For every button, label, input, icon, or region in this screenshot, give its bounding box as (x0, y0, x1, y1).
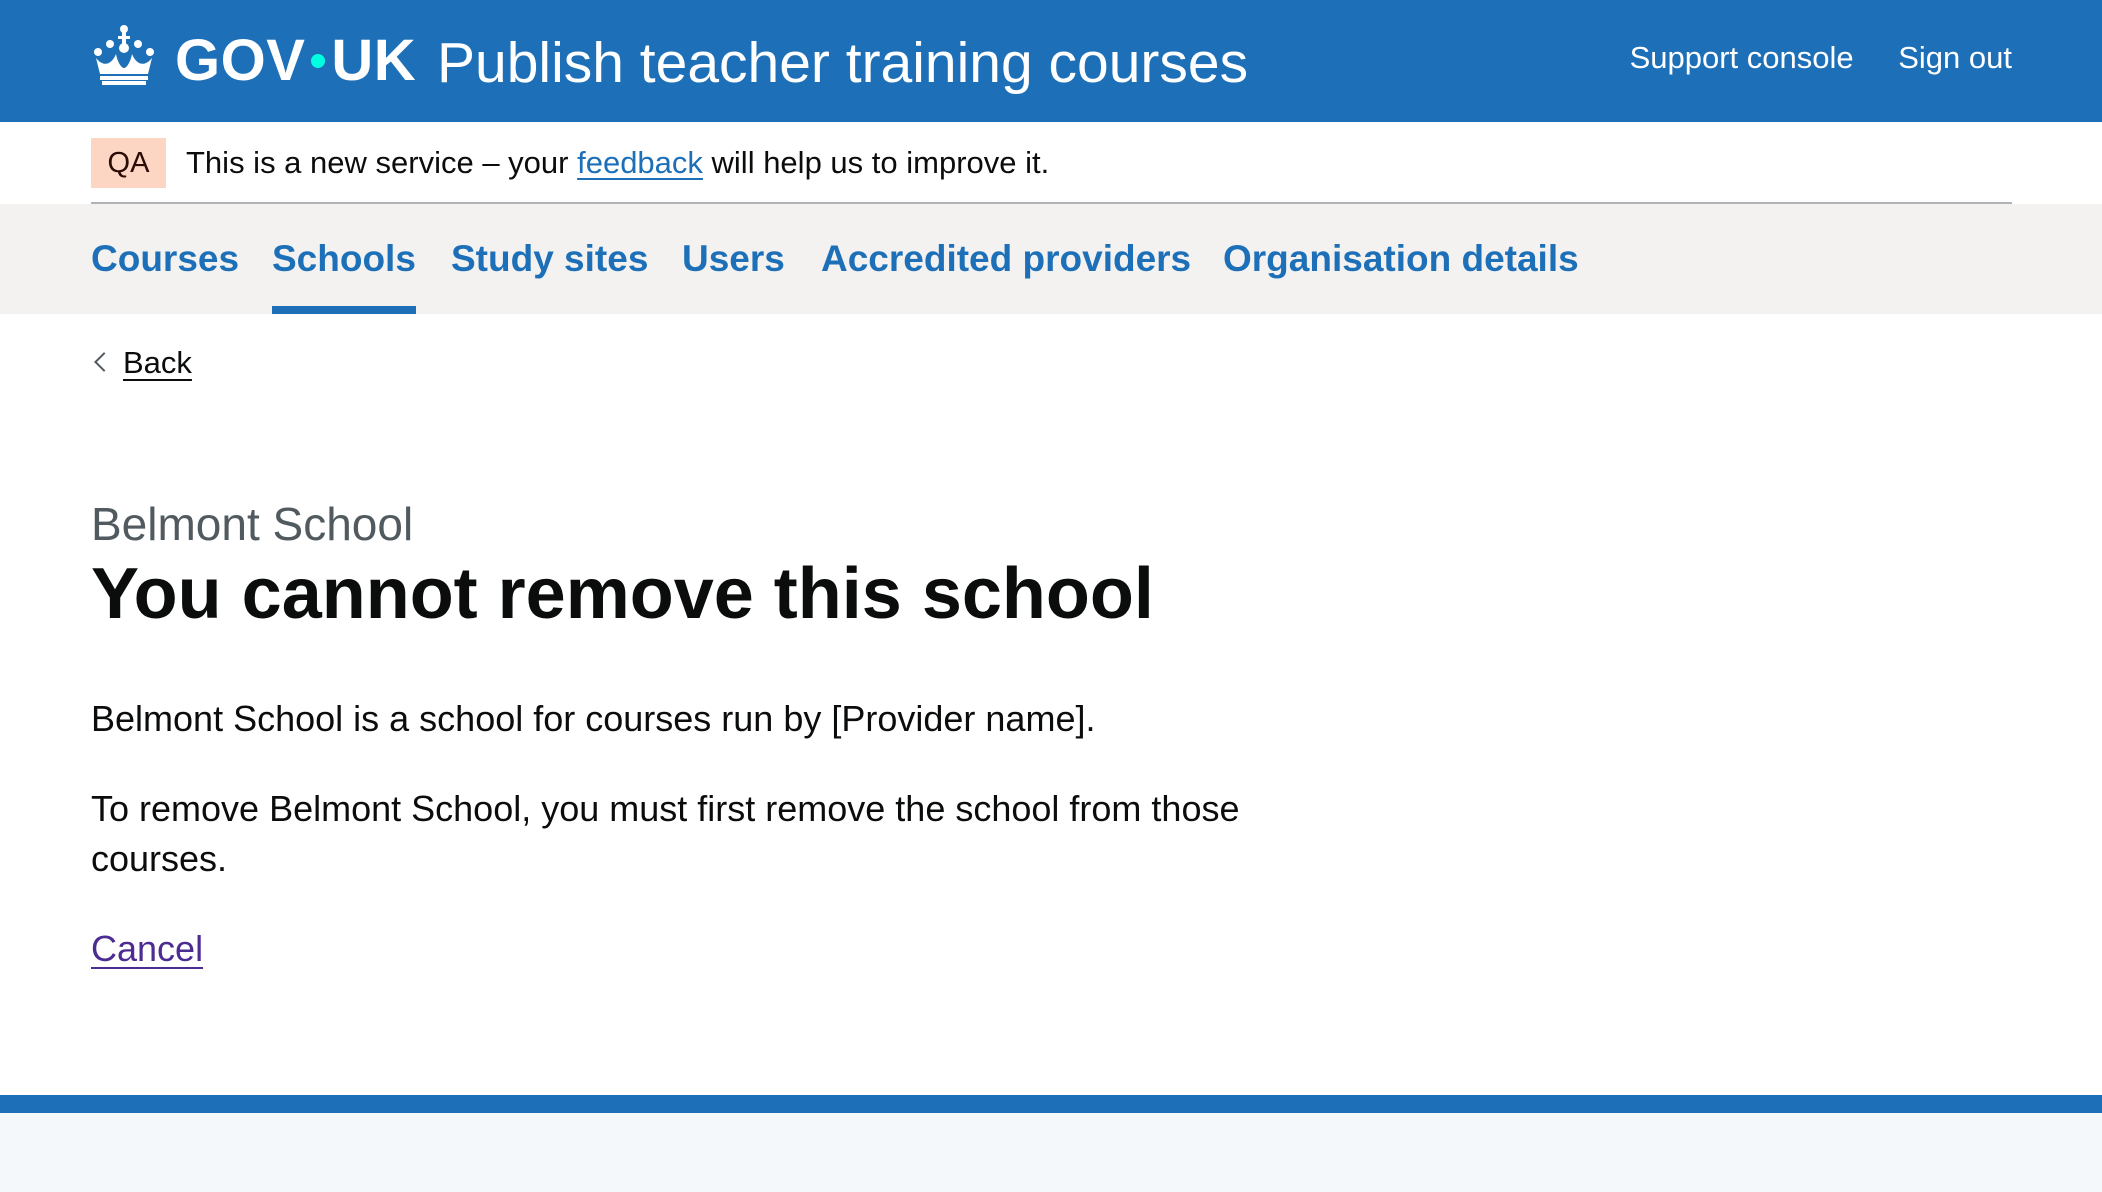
govuk-logotype[interactable]: GOV UK (175, 26, 416, 96)
cancel-link[interactable]: Cancel (91, 924, 203, 974)
phase-banner-text: This is a new service – your feedback wi… (186, 142, 1049, 184)
logotype-uk: UK (331, 28, 417, 93)
nav-item-accredited-providers[interactable]: Accredited providers (821, 204, 1191, 314)
body-paragraph: Belmont School is a school for courses r… (91, 698, 1096, 739)
header-navigation: Support console Sign out (1594, 38, 2012, 78)
nav-item-users[interactable]: Users (682, 204, 785, 314)
back-link[interactable]: Back (91, 340, 192, 386)
phase-text-before: This is a new service – your (186, 145, 578, 180)
primary-navigation: Courses Schools Study sites Users Accred… (0, 204, 2102, 314)
nav-item-organisation-details[interactable]: Organisation details (1223, 204, 1579, 314)
site-header: GOV UK Publish teacher training courses S… (0, 0, 2102, 122)
feedback-link[interactable]: feedback (577, 145, 703, 180)
nav-item-schools[interactable]: Schools (272, 204, 416, 314)
phase-banner: QA This is a new service – your feedback… (91, 122, 2012, 204)
chevron-left-icon (94, 352, 114, 372)
logotype-dot (311, 53, 326, 68)
sign-out-link[interactable]: Sign out (1898, 40, 2012, 75)
page-caption: Belmont School (91, 498, 414, 550)
phase-tag: QA (91, 138, 166, 188)
back-link-label: Back (123, 345, 192, 380)
support-console-link[interactable]: Support console (1630, 40, 1854, 75)
footer-top-border (0, 1095, 2102, 1113)
site-footer (0, 1113, 2102, 1192)
logotype-gov: GOV (175, 28, 306, 93)
nav-item-courses[interactable]: Courses (91, 204, 239, 314)
body-paragraph: To remove Belmont School, you must first… (91, 788, 1240, 879)
crown-icon (94, 25, 154, 85)
phase-text-after: will help us to improve it. (702, 145, 1050, 180)
service-name-link[interactable]: Publish teacher training courses (437, 28, 1248, 98)
page-title: You cannot remove this school (91, 554, 1154, 634)
nav-item-study-sites[interactable]: Study sites (451, 204, 648, 314)
